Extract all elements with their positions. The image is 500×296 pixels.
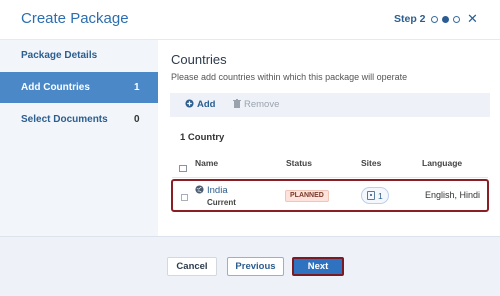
dialog-title: Create Package bbox=[21, 10, 129, 27]
cancel-button[interactable]: Cancel bbox=[167, 257, 217, 276]
plus-circle-icon bbox=[185, 99, 194, 110]
previous-button[interactable]: Previous bbox=[227, 257, 284, 276]
column-header-language[interactable]: Language bbox=[422, 158, 462, 168]
close-icon[interactable]: ✕ bbox=[467, 11, 478, 27]
sidebar-item-count: 1 bbox=[134, 82, 140, 93]
country-count: 1 Country bbox=[180, 132, 225, 143]
step-dot-2 bbox=[441, 15, 449, 23]
sites-badge[interactable]: 1 bbox=[361, 187, 389, 204]
row-checkbox[interactable] bbox=[181, 194, 188, 201]
sites-count: 1 bbox=[378, 190, 383, 201]
dialog-footer: Cancel Previous Next bbox=[0, 236, 500, 296]
next-button[interactable]: Next bbox=[292, 257, 344, 276]
instructions-text: Please add countries within which this p… bbox=[171, 72, 408, 82]
building-icon bbox=[367, 191, 375, 200]
column-header-sites[interactable]: Sites bbox=[361, 158, 381, 168]
language-value: English, Hindi bbox=[425, 190, 481, 200]
section-title: Countries bbox=[171, 52, 227, 67]
sidebar-item-add-countries[interactable]: Add Countries 1 bbox=[0, 72, 158, 103]
header-divider bbox=[172, 177, 488, 178]
country-current-label: Current bbox=[207, 198, 236, 207]
sidebar-item-label: Add Countries bbox=[21, 82, 90, 93]
remove-button[interactable]: Remove bbox=[233, 99, 279, 110]
sidebar-item-label: Package Details bbox=[21, 50, 98, 61]
dialog-header: Create Package Step 2 ✕ bbox=[0, 0, 500, 40]
countries-panel: Countries Please add countries within wh… bbox=[158, 40, 500, 236]
globe-icon bbox=[195, 185, 204, 197]
step-label: Step 2 bbox=[394, 13, 426, 25]
sidebar-item-select-documents[interactable]: Select Documents 0 bbox=[0, 104, 158, 135]
add-label: Add bbox=[197, 99, 216, 110]
step-dot-1 bbox=[430, 15, 438, 23]
table-row[interactable]: India Current PLANNED 1 English, Hindi bbox=[171, 179, 489, 212]
step-dot-3 bbox=[452, 15, 460, 23]
table-toolbar: Add Remove bbox=[170, 93, 490, 117]
steps-sidebar: Package Details Add Countries 1 Select D… bbox=[0, 40, 158, 236]
sidebar-item-count: 0 bbox=[134, 114, 140, 125]
status-badge: PLANNED bbox=[285, 190, 329, 202]
country-name-link[interactable]: India bbox=[207, 185, 228, 196]
remove-label: Remove bbox=[244, 99, 280, 110]
step-indicator: Step 2 bbox=[394, 13, 464, 25]
column-header-status[interactable]: Status bbox=[286, 158, 312, 168]
select-all-checkbox[interactable] bbox=[179, 165, 187, 172]
sidebar-item-package-details[interactable]: Package Details bbox=[0, 40, 158, 71]
trash-icon bbox=[233, 99, 241, 110]
sidebar-item-label: Select Documents bbox=[21, 114, 108, 125]
add-button[interactable]: Add bbox=[185, 99, 215, 110]
column-header-name[interactable]: Name bbox=[195, 158, 218, 168]
